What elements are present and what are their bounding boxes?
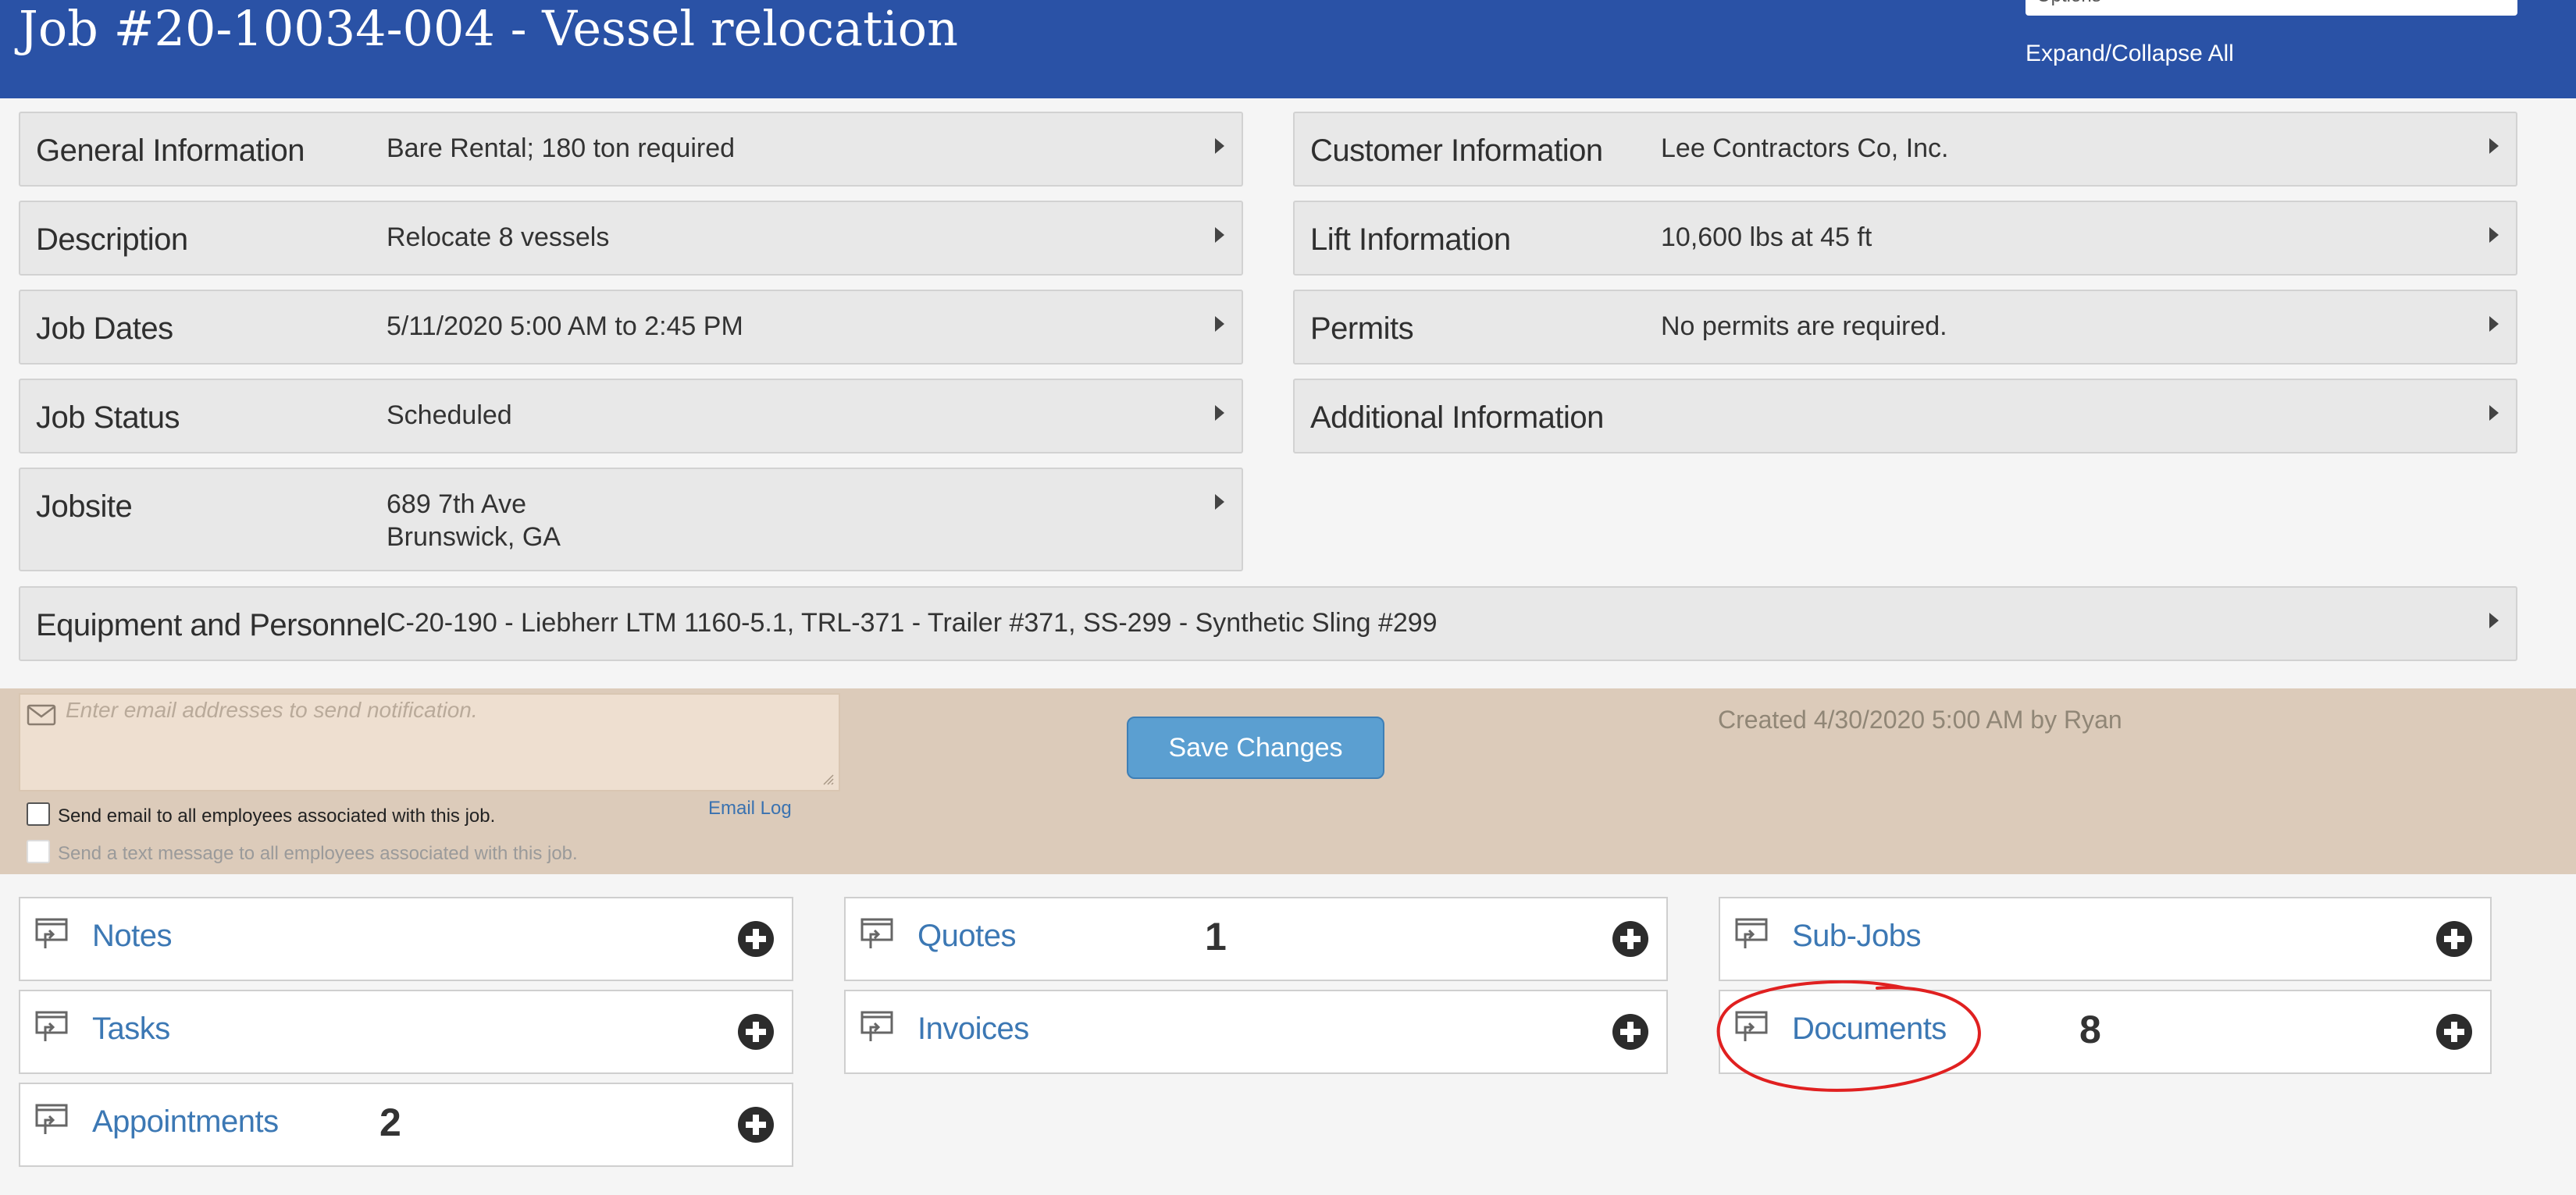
caret-right-icon	[1215, 138, 1224, 154]
created-info: Created 4/30/2020 5:00 AM by Ryan	[1718, 706, 2122, 734]
expand-collapse-all-link[interactable]: Expand/Collapse All	[2026, 41, 2234, 67]
envelope-icon	[27, 704, 56, 726]
panel-label: Equipment and Personnel	[36, 608, 387, 642]
list-expand-icon	[860, 1011, 893, 1041]
panel-value: 5/11/2020 5:00 AM to 2:45 PM	[387, 311, 743, 341]
send-email-label: Send email to all employees associated w…	[58, 806, 496, 827]
panel-label: Customer Information	[1310, 133, 1603, 168]
section-label: Sub-Jobs	[1792, 919, 1921, 953]
panel-additional-information[interactable]: Additional Information	[1293, 379, 2517, 453]
list-expand-icon	[1735, 1011, 1768, 1041]
panel-value: No permits are required.	[1661, 311, 1947, 341]
jobsite-address-line2: Brunswick, GA	[387, 522, 561, 552]
list-expand-icon	[860, 918, 893, 948]
panel-lift-information[interactable]: Lift Information 10,600 lbs at 45 ft	[1293, 201, 2517, 276]
plus-circle-icon[interactable]	[2435, 920, 2473, 958]
panel-general-information[interactable]: General Information Bare Rental; 180 ton…	[19, 112, 1243, 187]
email-log-link[interactable]: Email Log	[708, 798, 792, 820]
section-count: 1	[1205, 915, 1227, 958]
send-text-checkbox	[27, 840, 50, 863]
section-notes[interactable]: Notes	[19, 897, 793, 981]
page-title: Job #20-10034-004 - Vessel relocation	[19, 0, 959, 57]
caret-right-icon	[1215, 316, 1224, 332]
send-text-label: Send a text message to all employees ass…	[58, 843, 578, 864]
section-sub-jobs[interactable]: Sub-Jobs	[1719, 897, 2492, 981]
options-dropdown[interactable]: Options ▼	[2026, 0, 2517, 16]
panel-permits[interactable]: Permits No permits are required.	[1293, 290, 2517, 365]
panel-value: Lee Contractors Co, Inc.	[1661, 133, 1949, 163]
panel-label: Job Status	[36, 400, 180, 435]
options-dropdown-label: Options	[2036, 0, 2101, 6]
panel-label: Jobsite	[36, 489, 133, 524]
caret-right-icon	[2489, 138, 2499, 154]
panel-equipment-personnel[interactable]: Equipment and Personnel C-20-190 - Liebh…	[19, 586, 2517, 661]
panel-label: Job Dates	[36, 311, 173, 346]
panel-jobsite[interactable]: Jobsite 689 7th Ave Brunswick, GA	[19, 468, 1243, 571]
list-expand-icon	[35, 1104, 68, 1134]
panel-description[interactable]: Description Relocate 8 vessels	[19, 201, 1243, 276]
send-email-checkbox[interactable]	[27, 802, 50, 826]
panel-value: Relocate 8 vessels	[387, 222, 610, 252]
panel-label: Description	[36, 222, 188, 257]
plus-circle-icon[interactable]	[1612, 920, 1649, 958]
email-notification-input[interactable]: Enter email addresses to send notificati…	[19, 693, 840, 791]
panel-value: Bare Rental; 180 ton required	[387, 133, 736, 163]
caret-right-icon	[1215, 405, 1224, 421]
caret-right-icon	[1215, 494, 1224, 510]
plus-circle-icon[interactable]	[737, 1106, 775, 1143]
plus-circle-icon[interactable]	[737, 1013, 775, 1051]
list-expand-icon	[35, 918, 68, 948]
jobsite-address-line1: 689 7th Ave	[387, 489, 526, 519]
section-label: Tasks	[92, 1012, 170, 1046]
section-label: Invoices	[917, 1012, 1029, 1046]
section-appointments[interactable]: Appointments 2	[19, 1083, 793, 1167]
section-label: Appointments	[92, 1104, 279, 1139]
panel-label: Additional Information	[1310, 400, 1604, 435]
section-label: Quotes	[917, 919, 1016, 953]
panel-label: General Information	[36, 133, 305, 168]
caret-right-icon	[2489, 613, 2499, 628]
list-expand-icon	[1735, 918, 1768, 948]
list-expand-icon	[35, 1011, 68, 1041]
caret-right-icon	[2489, 227, 2499, 243]
panel-job-status[interactable]: Job Status Scheduled	[19, 379, 1243, 453]
resize-grip-icon[interactable]	[821, 773, 834, 785]
section-tasks[interactable]: Tasks	[19, 990, 793, 1074]
caret-right-icon	[2489, 316, 2499, 332]
section-label: Documents	[1792, 1012, 1947, 1046]
plus-circle-icon[interactable]	[1612, 1013, 1649, 1051]
section-documents[interactable]: Documents 8	[1719, 990, 2492, 1074]
panel-job-dates[interactable]: Job Dates 5/11/2020 5:00 AM to 2:45 PM	[19, 290, 1243, 365]
panel-label: Permits	[1310, 311, 1414, 346]
save-changes-button[interactable]: Save Changes	[1127, 717, 1384, 779]
page-header: Job #20-10034-004 - Vessel relocation Op…	[0, 0, 2576, 98]
email-placeholder: Enter email addresses to send notificati…	[66, 698, 478, 722]
panel-value: 10,600 lbs at 45 ft	[1661, 222, 1872, 252]
panel-customer-information[interactable]: Customer Information Lee Contractors Co,…	[1293, 112, 2517, 187]
plus-circle-icon[interactable]	[2435, 1013, 2473, 1051]
plus-circle-icon[interactable]	[737, 920, 775, 958]
section-count: 8	[2079, 1008, 2101, 1051]
section-quotes[interactable]: Quotes 1	[844, 897, 1668, 981]
caret-right-icon	[2489, 405, 2499, 421]
section-count: 2	[379, 1101, 401, 1144]
section-invoices[interactable]: Invoices	[844, 990, 1668, 1074]
panel-label: Lift Information	[1310, 222, 1511, 257]
panel-value: Scheduled	[387, 400, 512, 430]
panel-value: C-20-190 - Liebherr LTM 1160-5.1, TRL-37…	[387, 608, 1438, 638]
section-label: Notes	[92, 919, 173, 953]
caret-right-icon	[1215, 227, 1224, 243]
